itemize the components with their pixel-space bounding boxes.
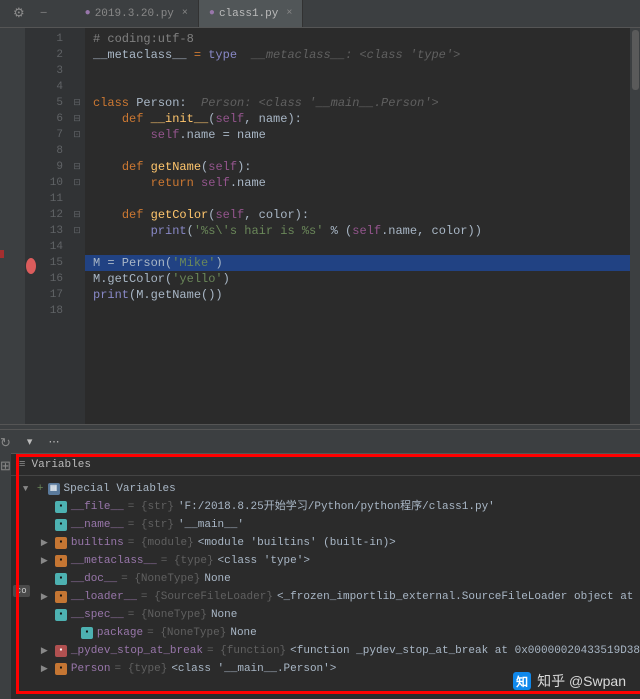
gear-icon[interactable]: ⚙ [5,6,33,21]
tab-file-2[interactable]: ● class1.py × [199,0,303,27]
var-type-icon: ▪ [55,501,67,513]
debug-main: ▾ ⋯ ≡ Variables ▼ + ▦ Special Variables … [11,430,640,699]
var-type: = {type} [161,552,214,570]
var-name: builtins [71,534,124,552]
top-bar: ⚙ — ● 2019.3.20.py × ● class1.py × [0,0,640,28]
var-type: = {str} [128,516,174,534]
var-name: Person [71,660,111,678]
var-name: package [97,624,143,642]
var-name: __file__ [71,498,124,516]
expand-icon[interactable]: ▶ [41,642,51,660]
frames-dropdown[interactable]: ▾ [19,431,41,453]
var-type-icon: ▪ [55,663,67,675]
code-content[interactable]: # coding:utf-8__metaclass__ = type __met… [85,28,640,424]
restart-icon[interactable]: ↻ [0,436,11,451]
expand-icon[interactable]: ▶ [41,588,51,606]
var-type: = {NoneType} [128,606,207,624]
debug-panel: ↻ ⊞ ▾ ⋯ ≡ Variables ▼ + ▦ Special Variab… [0,430,640,699]
variable-row[interactable]: ▶ ▪ __metaclass__ = {type} <class 'type'> [23,552,640,570]
tab-file-1[interactable]: ● 2019.3.20.py × [75,0,199,27]
variable-row[interactable]: ▪ __doc__ = {NoneType} None [23,570,640,588]
var-value: <class '__main__.Person'> [171,660,336,678]
plus-icon: + [37,480,44,498]
tab-label: 2019.3.20.py [95,8,174,20]
variable-row[interactable]: ▪ __name__ = {str} '__main__' [23,516,640,534]
debug-tabs-bar: ▾ ⋯ [11,430,640,454]
zhihu-logo-icon: 知 [513,672,531,690]
co-badge: co [13,585,30,597]
variables-icon: ≡ [19,459,26,471]
var-value: <class 'type'> [218,552,310,570]
python-file-icon: ● [209,8,215,19]
editor-area: 123456789101112131415161718 ⊟⊟⊡⊟⊡⊟⊡ # co… [0,28,640,424]
var-value: None [230,624,256,642]
special-variables-node[interactable]: ▼ + ▦ Special Variables [23,480,640,498]
close-icon[interactable]: × [182,8,188,19]
code-editor[interactable]: 123456789101112131415161718 ⊟⊟⊡⊟⊡⊟⊡ # co… [25,28,640,424]
close-icon[interactable]: × [286,8,292,19]
var-type: = {NoneType} [121,570,200,588]
variables-label: Variables [32,459,91,471]
var-type-icon: ▪ [55,591,67,603]
var-value: <function _pydev_stop_at_break at 0x0000… [290,642,640,660]
variable-row[interactable]: ▶ ▪ _pydev_stop_at_break = {function} <fu… [23,642,640,660]
project-gutter[interactable] [0,28,25,424]
variable-row[interactable]: ▪ __file__ = {str} 'F:/2018.8.25开始学习/Pyt… [23,498,640,516]
error-marker-icon [0,250,4,258]
expand-icon[interactable]: ▶ [41,552,51,570]
var-value: '__main__' [178,516,244,534]
collapse-icon[interactable]: — [33,8,55,19]
expand-icon[interactable]: ▼ [23,480,33,498]
var-value: <module 'builtins' (built-in)> [198,534,396,552]
tab-label: class1.py [219,8,278,20]
var-type: = {type} [115,660,168,678]
var-type-icon: ▪ [81,627,93,639]
var-type-icon: ▪ [55,573,67,585]
editor-scrollbar[interactable] [630,28,640,424]
watermark: 知 知乎 @Swpan [513,671,626,691]
expand-icon[interactable]: ▶ [41,660,51,678]
variable-row[interactable]: ▪ package = {NoneType} None [23,624,640,642]
var-type: = {str} [128,498,174,516]
var-type-icon: ▪ [55,645,67,657]
var-name: __spec__ [71,606,124,624]
var-value: None [204,570,230,588]
expand-icon[interactable]: ▶ [41,534,51,552]
python-file-icon: ● [85,8,91,19]
layout-icon[interactable]: ⊞ [0,459,11,474]
var-type-icon: ▪ [55,519,67,531]
variable-row[interactable]: ▶ ▪ builtins = {module} <module 'builtins… [23,534,640,552]
more-icon[interactable]: ⋯ [40,431,67,453]
watermark-text: 知乎 @Swpan [537,671,626,691]
var-name: __name__ [71,516,124,534]
var-type-icon: ▪ [55,555,67,567]
group-icon: ▦ [48,483,60,495]
variables-header: ≡ Variables [11,454,640,476]
debug-toolbar: ↻ ⊞ [0,430,11,699]
var-name: __loader__ [71,588,137,606]
variable-row[interactable]: ▪ __spec__ = {NoneType} None [23,606,640,624]
var-name: __metaclass__ [71,552,157,570]
var-type: = {NoneType} [147,624,226,642]
var-value: 'F:/2018.8.25开始学习/Python/python程序/class1… [178,498,495,516]
var-type-icon: ▪ [55,537,67,549]
variables-tree[interactable]: ▼ + ▦ Special Variables ▪ __file__ = {st… [11,476,640,678]
var-value: None [211,606,237,624]
var-name: _pydev_stop_at_break [71,642,203,660]
var-type: = {function} [207,642,286,660]
var-value: <_frozen_importlib_external.SourceFileLo… [277,588,640,606]
var-type: = {SourceFileLoader} [141,588,273,606]
variable-row[interactable]: ▶ ▪ __loader__ = {SourceFileLoader} <_fro… [23,588,640,606]
line-numbers: 123456789101112131415161718 [39,28,69,424]
fold-gutter[interactable]: ⊟⊟⊡⊟⊡⊟⊡ [69,28,85,424]
var-name: __doc__ [71,570,117,588]
var-type-icon: ▪ [55,609,67,621]
node-label: Special Variables [64,480,176,498]
editor-tabs: ● 2019.3.20.py × ● class1.py × [75,0,304,27]
var-type: = {module} [128,534,194,552]
breakpoint-gutter[interactable] [25,28,39,424]
